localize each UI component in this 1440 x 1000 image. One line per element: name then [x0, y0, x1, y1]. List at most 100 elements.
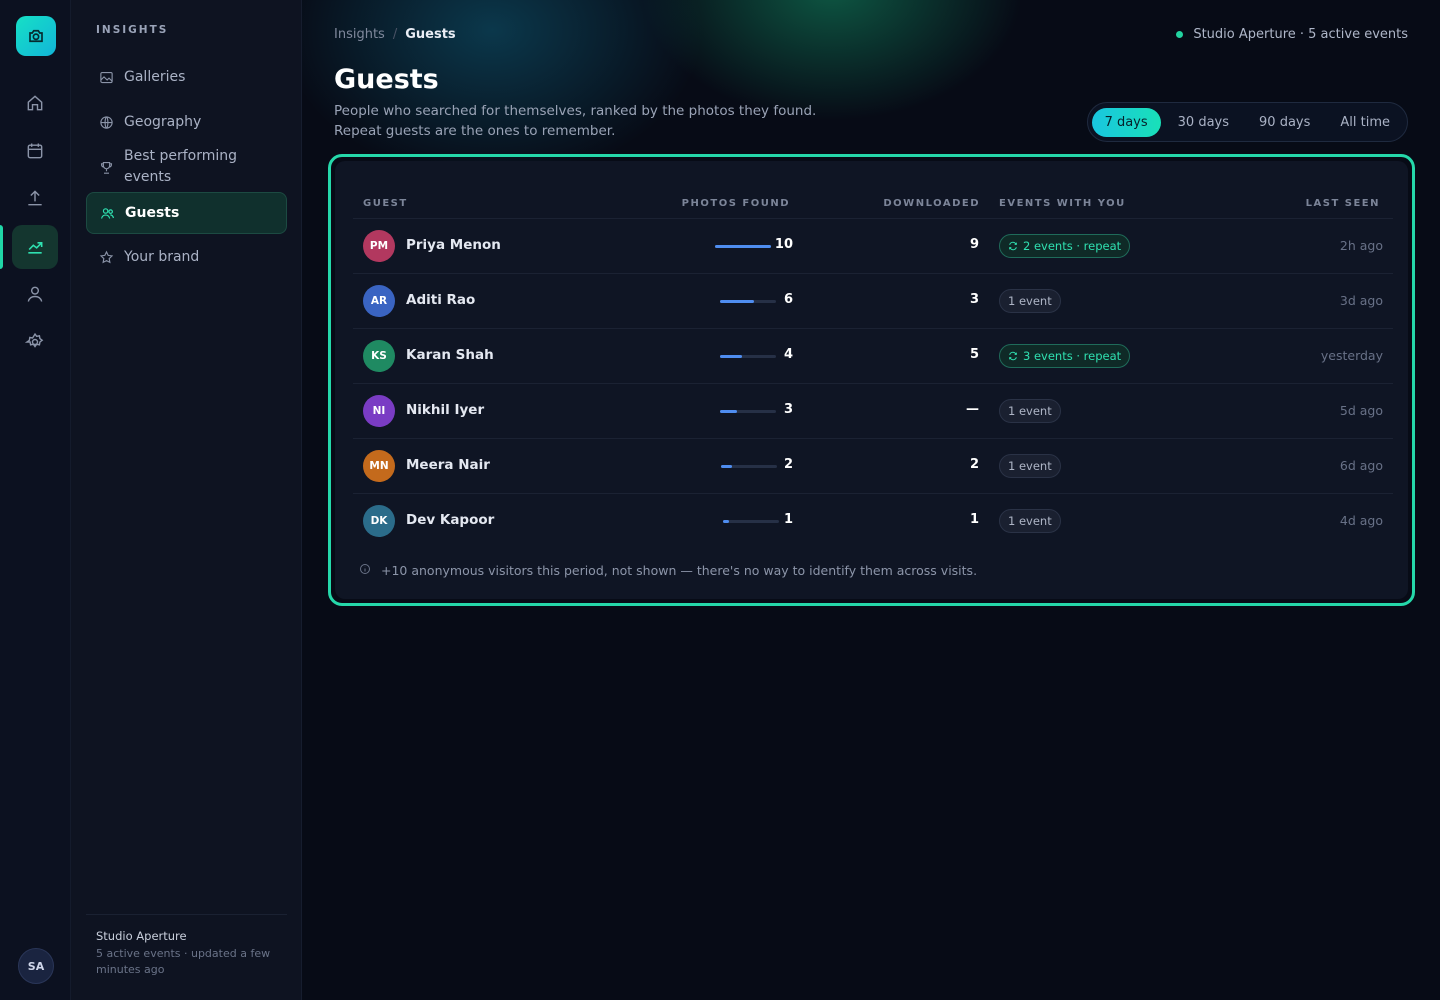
sidebar-item-label: Guests: [125, 205, 180, 221]
last-seen-value: 3d ago: [1339, 293, 1383, 308]
downloaded-value: 2: [969, 457, 979, 472]
photos-found-value: 10: [774, 237, 793, 252]
last-seen-value: 4d ago: [1339, 513, 1383, 528]
downloaded-value: 5: [969, 347, 979, 362]
photos-found-bar-fill: [723, 520, 729, 523]
range-90-days[interactable]: 90 days: [1246, 108, 1323, 137]
events-badge-label: 1 event: [1008, 294, 1052, 308]
photos-found-bar: [720, 410, 776, 413]
avatar: DK: [363, 505, 395, 537]
photos-found-bar: [721, 465, 777, 468]
table-row[interactable]: AR Aditi Rao 6 3 1 event 3d ago: [353, 273, 1393, 328]
photos-found-bar: [715, 245, 771, 248]
home-icon[interactable]: [12, 81, 58, 125]
sidebar-footer: Studio Aperture 5 active events · update…: [86, 914, 287, 978]
guests-table-card: GUEST PHOTOS FOUND DOWNLOADED EVENTS WIT…: [328, 154, 1415, 606]
icon-rail: SA: [0, 0, 71, 1000]
last-seen-value: 2h ago: [1339, 238, 1383, 253]
sidebar-item-label: Geography: [124, 114, 202, 130]
photos-found-bar-fill: [720, 300, 754, 303]
avatar: NI: [363, 395, 395, 427]
table-row[interactable]: NI Nikhil Iyer 3 — 1 event 5d ago: [353, 383, 1393, 438]
breadcrumb-current: Guests: [405, 27, 456, 42]
repeat-icon: [1008, 351, 1018, 361]
studio-status-text: Studio Aperture · 5 active events: [1193, 27, 1408, 42]
guest-name: Dev Kapoor: [406, 512, 495, 528]
table-row[interactable]: KS Karan Shah 4 5 3 events · repeat yesterday: [353, 328, 1393, 383]
globe-icon: [98, 114, 114, 130]
insights-sidebar: INSIGHTS Galleries Geography Best perfor…: [71, 0, 302, 1000]
sidebar-item-label: Galleries: [124, 69, 186, 85]
users-icon: [99, 205, 115, 221]
range-selector: 7 days 30 days 90 days All time: [1086, 102, 1408, 142]
photos-found-bar-fill: [715, 245, 771, 248]
column-events-with-you: EVENTS WITH YOU: [999, 198, 1126, 209]
avatar: KS: [363, 340, 395, 372]
sidebar-item-galleries[interactable]: Galleries: [86, 64, 287, 90]
events-badge-label: 1 event: [1008, 514, 1052, 528]
photos-found-value: 3: [783, 402, 793, 417]
range-7-days[interactable]: 7 days: [1091, 107, 1161, 137]
photos-found-bar: [720, 355, 776, 358]
sidebar-item-guests[interactable]: Guests: [86, 192, 287, 234]
guest-name: Priya Menon: [406, 237, 501, 253]
table-row[interactable]: DK Dev Kapoor 1 1 1 event 4d ago: [353, 493, 1393, 548]
breadcrumb-separator: /: [392, 27, 398, 42]
page-subtitle: People who searched for themselves, rank…: [334, 103, 817, 139]
sidebar-item-your-brand[interactable]: Your brand: [86, 244, 287, 270]
sidebar-section-title: INSIGHTS: [96, 24, 169, 36]
events-badge: 3 events · repeat: [999, 344, 1131, 368]
studio-name: Studio Aperture: [96, 929, 187, 943]
events-badge-label: 1 event: [1008, 459, 1052, 473]
events-badge: 1 event: [999, 289, 1061, 313]
anonymous-note: +10 anonymous visitors this period, not …: [359, 563, 977, 578]
photos-found-value: 4: [783, 347, 793, 362]
downloaded-value: —: [966, 402, 979, 417]
events-badge: 1 event: [999, 399, 1061, 423]
range-30-days[interactable]: 30 days: [1165, 108, 1242, 137]
guest-name: Karan Shah: [406, 347, 494, 363]
events-badge: 1 event: [999, 454, 1061, 478]
chart-icon[interactable]: [12, 225, 58, 269]
active-indicator: [0, 225, 3, 269]
sidebar-item-best-performing-events[interactable]: Best performing events: [86, 146, 287, 188]
info-icon: [359, 563, 371, 578]
guest-name: Nikhil Iyer: [406, 402, 485, 418]
sidebar-item-geography[interactable]: Geography: [86, 109, 287, 135]
photos-found-bar: [720, 300, 776, 303]
sidebar-item-label: Your brand: [124, 249, 200, 265]
repeat-icon: [1008, 241, 1018, 251]
gear-icon[interactable]: [12, 320, 58, 364]
studio-status: 5 active events · updated a few minutes …: [96, 947, 271, 976]
upload-icon[interactable]: [12, 176, 58, 220]
column-last-seen: LAST SEEN: [1305, 198, 1380, 209]
last-seen-value: 6d ago: [1339, 458, 1383, 473]
trophy-icon: [98, 159, 114, 175]
photos-found-bar-fill: [721, 465, 733, 468]
camera-logo-icon[interactable]: [16, 16, 56, 56]
avatar[interactable]: SA: [18, 948, 54, 984]
photos-found-bar: [723, 520, 779, 523]
main-content: Insights / Guests Studio Aperture · 5 ac…: [302, 0, 1440, 1000]
photos-found-bar-fill: [720, 410, 737, 413]
column-photos-found: PHOTOS FOUND: [681, 198, 790, 209]
photos-found-value: 6: [783, 292, 793, 307]
user-icon[interactable]: [12, 272, 58, 316]
calendar-icon[interactable]: [12, 129, 58, 173]
guest-name: Aditi Rao: [406, 292, 476, 308]
breadcrumb-insights[interactable]: Insights: [334, 27, 385, 42]
table-row[interactable]: PM Priya Menon 10 9 2 events · repeat 2h ago: [353, 218, 1393, 273]
guests-table: GUEST PHOTOS FOUND DOWNLOADED EVENTS WIT…: [335, 161, 1408, 599]
avatar: AR: [363, 285, 395, 317]
last-seen-value: 5d ago: [1339, 403, 1383, 418]
last-seen-value: yesterday: [1320, 348, 1383, 363]
range-all-time[interactable]: All time: [1327, 108, 1403, 137]
events-badge-label: 3 events · repeat: [1023, 349, 1122, 363]
photos-found-value: 1: [783, 512, 793, 527]
guest-name: Meera Nair: [406, 457, 490, 473]
events-badge-label: 1 event: [1008, 404, 1052, 418]
downloaded-value: 3: [969, 292, 979, 307]
downloaded-value: 1: [969, 512, 979, 527]
table-row[interactable]: MN Meera Nair 2 2 1 event 6d ago: [353, 438, 1393, 493]
breadcrumb: Insights / Guests: [334, 27, 456, 42]
